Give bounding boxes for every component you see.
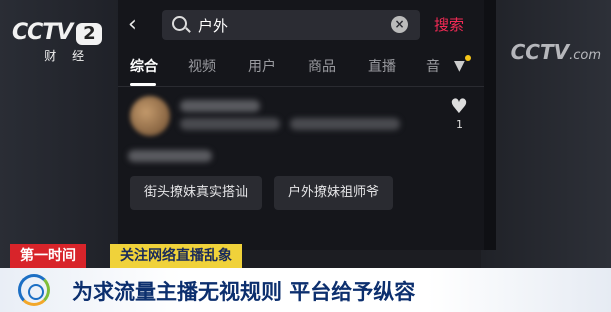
chevron-left-icon[interactable]: ‹ — [128, 12, 137, 37]
tab-products[interactable]: 商品 — [308, 56, 336, 76]
tab-live[interactable]: 直播 — [368, 56, 396, 76]
cctvcom-brand: CCTV — [510, 40, 570, 64]
blurred-username — [180, 100, 260, 112]
cctv-logo-icon — [18, 274, 50, 306]
news-ticker: 第一时间 关注网络直播乱象 — [0, 244, 611, 268]
tab-comprehensive[interactable]: 综合 — [130, 56, 158, 76]
cctvcom-watermark: CCTV.com — [511, 40, 601, 64]
cctv2-brand: CCTV — [12, 20, 73, 45]
blurred-text — [290, 118, 400, 130]
avatar[interactable] — [130, 96, 170, 136]
cctvcom-suffix: .com — [569, 48, 601, 63]
filter-icon[interactable]: ▼ — [454, 55, 471, 74]
search-button[interactable]: 搜索 — [434, 14, 464, 35]
phone-screen: ‹ 户外 × 搜索 综合 视频 用户 商品 直播 音 ▼ ♥ 1 街头撩妹真实搭… — [118, 0, 484, 250]
search-bar: ‹ 户外 × 搜索 — [118, 0, 484, 52]
search-icon — [172, 16, 187, 31]
heart-icon[interactable]: ♥ — [450, 94, 468, 118]
clear-icon[interactable]: × — [391, 16, 408, 33]
cctv2-number: 2 — [76, 23, 103, 45]
program-tag: 第一时间 — [10, 244, 86, 268]
history-chip[interactable]: 街头撩妹真实搭讪 — [130, 176, 263, 210]
topic-tag: 关注网络直播乱象 — [110, 244, 242, 268]
headline-text: 为求流量主播无视规则 平台给予纵容 — [72, 280, 416, 304]
tab-music[interactable]: 音 — [426, 56, 440, 76]
phone-edge — [484, 0, 496, 250]
cctv2-logo: CCTV 2 财 经 — [12, 20, 103, 64]
search-query[interactable]: 户外 — [198, 15, 228, 36]
notification-dot — [464, 55, 471, 61]
headline-bar: 为求流量主播无视规则 平台给予纵容 — [0, 268, 611, 312]
tab-bar: 综合 视频 用户 商品 直播 音 ▼ — [118, 55, 484, 86]
blurred-section-title — [128, 150, 212, 162]
search-input[interactable]: 户外 × — [162, 10, 420, 40]
divider — [118, 86, 484, 87]
history-chip[interactable]: 户外撩妹祖师爷 — [274, 176, 394, 210]
like-count: 1 — [456, 118, 463, 131]
blurred-text — [180, 118, 280, 130]
cctv2-channel: 财 经 — [44, 49, 91, 63]
tab-video[interactable]: 视频 — [188, 56, 216, 76]
tab-users[interactable]: 用户 — [248, 56, 276, 76]
